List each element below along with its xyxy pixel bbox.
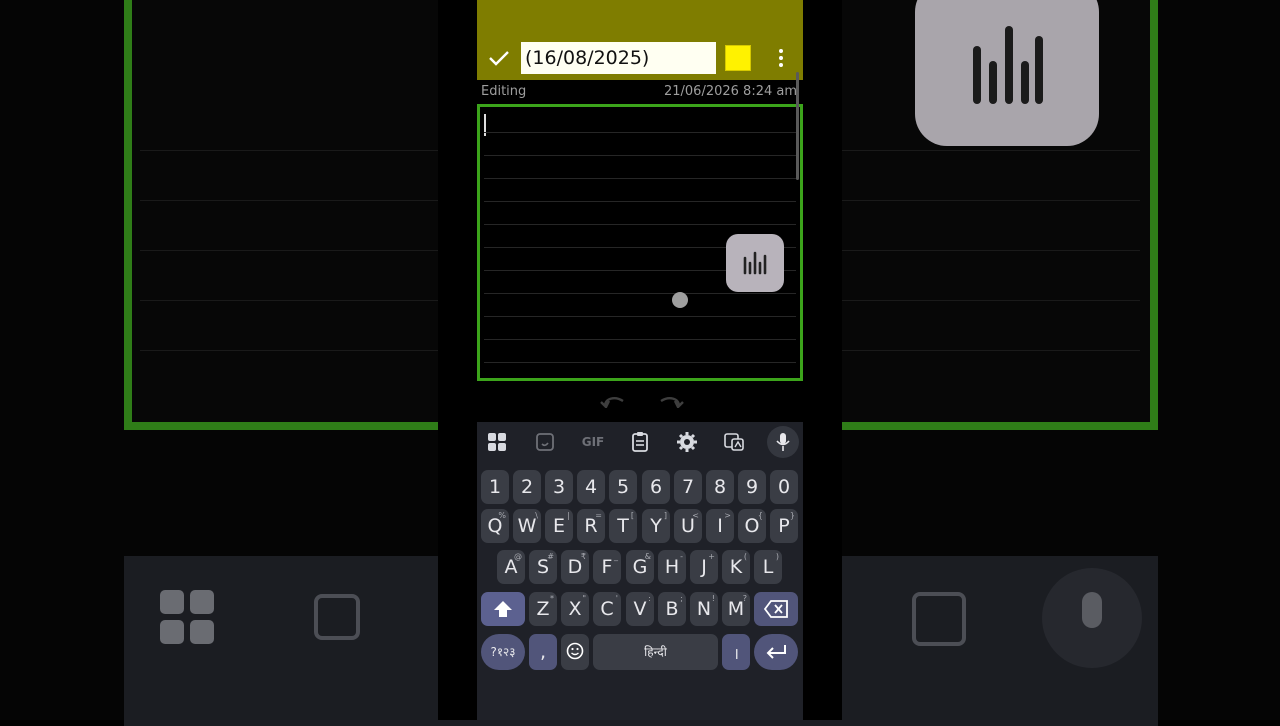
space-key[interactable]: हिन्दी: [593, 634, 718, 670]
comma-key[interactable]: ,: [529, 634, 557, 670]
ruled-line: [484, 155, 796, 156]
emoji-key[interactable]: [561, 634, 589, 670]
ruled-line: [484, 339, 796, 340]
ruled-line: [484, 201, 796, 202]
key-j[interactable]: J +: [690, 550, 718, 584]
sound-bars-icon: [973, 26, 1043, 104]
settings-icon[interactable]: [675, 430, 699, 454]
key-a[interactable]: A @: [497, 550, 525, 584]
translate-icon: [912, 592, 966, 646]
key-f[interactable]: F _: [593, 550, 621, 584]
key-w[interactable]: W \: [513, 509, 541, 543]
touch-indicator: [672, 292, 688, 308]
key-x[interactable]: X ": [561, 592, 589, 626]
more-vert-icon[interactable]: [773, 46, 789, 70]
key-t[interactable]: T[: [609, 509, 637, 543]
on-screen-keyboard: GIF 1 2 3 4 5 6 7 8 9 0 Q% W \ E | R = T…: [477, 422, 803, 720]
key-c[interactable]: C ': [593, 592, 621, 626]
danda-key[interactable]: ।: [722, 634, 750, 670]
shift-icon: [494, 601, 512, 617]
key-y[interactable]: Y]: [642, 509, 670, 543]
key-g[interactable]: G &: [626, 550, 654, 584]
enter-key[interactable]: [754, 634, 798, 670]
key-n[interactable]: N!: [690, 592, 718, 626]
backspace-key[interactable]: [754, 592, 798, 626]
key-i[interactable]: I >: [706, 509, 734, 543]
enter-icon: [766, 645, 786, 659]
sound-bars-icon: [743, 251, 767, 275]
sticker-icon: [314, 594, 360, 640]
note-toolbar: [477, 0, 803, 80]
key-l[interactable]: L): [754, 550, 782, 584]
key-m[interactable]: M?: [722, 592, 750, 626]
gif-button[interactable]: GIF: [580, 430, 606, 454]
sticker-icon[interactable]: [533, 430, 557, 454]
ruled-line: [484, 178, 796, 179]
clipboard-icon[interactable]: [628, 430, 652, 454]
ruled-line: [484, 316, 796, 317]
key-e[interactable]: E |: [545, 509, 573, 543]
key-b[interactable]: B;: [658, 592, 686, 626]
redo-icon[interactable]: [660, 397, 684, 408]
mic-button[interactable]: [767, 426, 799, 458]
key-v[interactable]: V:: [626, 592, 654, 626]
key-d[interactable]: D ₹: [561, 550, 589, 584]
undo-redo-controls: [600, 397, 684, 408]
symbols-key[interactable]: ?१२३: [481, 634, 525, 670]
keyboard-toolbar: GIF: [477, 422, 803, 462]
shift-key[interactable]: [481, 592, 525, 626]
check-icon[interactable]: [487, 46, 511, 70]
backspace-icon: [764, 600, 788, 618]
mic-icon: [1042, 568, 1142, 668]
emoji-icon: [566, 642, 584, 660]
ruled-line: [484, 132, 796, 133]
ruled-line: [484, 362, 796, 363]
key-p[interactable]: P}: [770, 509, 798, 543]
ruled-line: [484, 224, 796, 225]
mic-icon: [776, 433, 790, 451]
background-voice-bubble: [915, 0, 1099, 146]
editing-label: Editing: [481, 84, 527, 99]
note-title-input[interactable]: [521, 42, 716, 74]
key-h[interactable]: H-: [658, 550, 686, 584]
key-o[interactable]: O{: [738, 509, 766, 543]
ruled-line: [484, 293, 796, 294]
key-k[interactable]: K(: [722, 550, 750, 584]
apps-grid-icon: [160, 590, 218, 648]
key-q[interactable]: Q%: [481, 509, 509, 543]
key-r[interactable]: R =: [577, 509, 605, 543]
key-u[interactable]: U <: [674, 509, 702, 543]
apps-grid-icon[interactable]: [485, 430, 509, 454]
undo-icon[interactable]: [600, 397, 624, 408]
key-s[interactable]: S #: [529, 550, 557, 584]
voice-input-bubble[interactable]: [726, 234, 784, 292]
note-timestamp: 21/06/2026 8:24 am: [663, 84, 797, 99]
key-z[interactable]: Z *: [529, 592, 557, 626]
editor-scrollbar[interactable]: [796, 72, 799, 180]
translate-icon[interactable]: [722, 430, 746, 454]
note-status-bar: Editing 21/06/2026 8:24 am: [481, 84, 799, 100]
phone-screen: Editing 21/06/2026 8:24 am: [477, 0, 803, 720]
note-color-swatch[interactable]: [725, 45, 751, 71]
